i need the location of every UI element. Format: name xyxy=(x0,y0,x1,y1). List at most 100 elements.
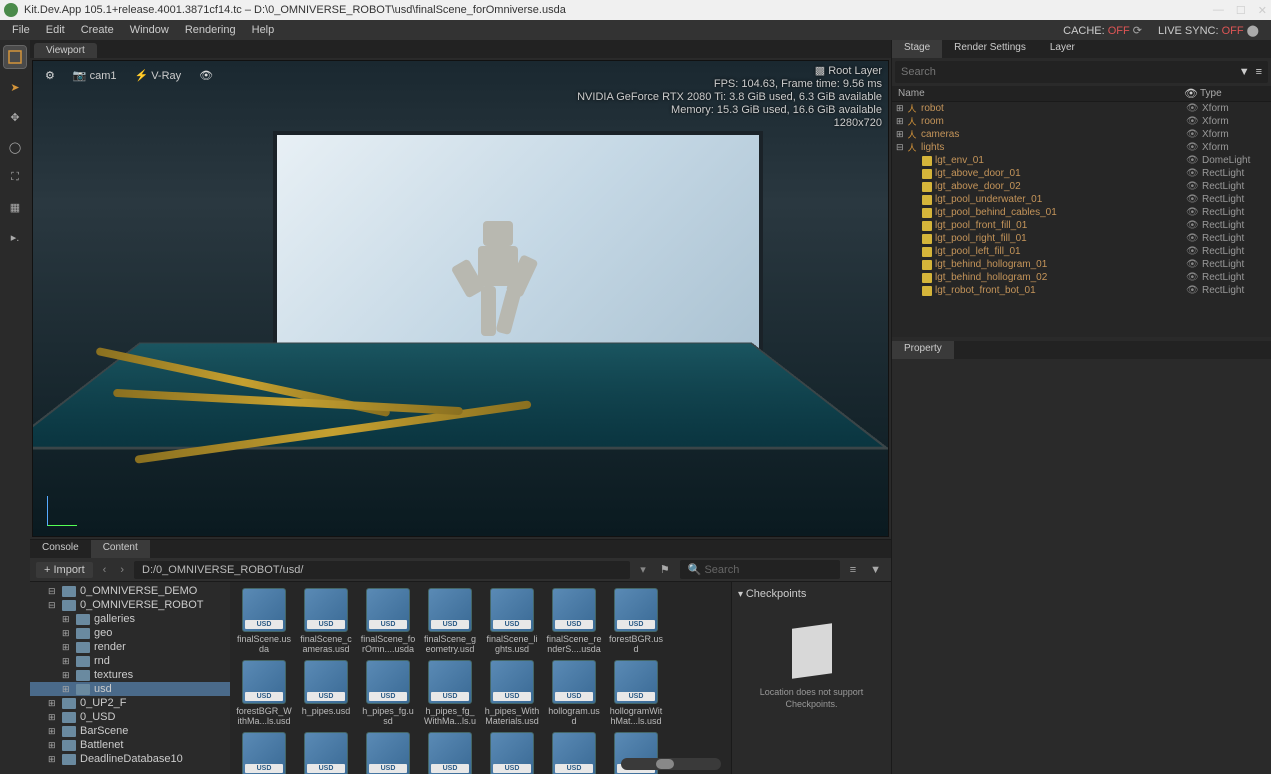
stage-row[interactable]: lgt_robot_front_bot_01👁RectLight xyxy=(892,284,1271,297)
content-tree[interactable]: ⊟0_OMNIVERSE_DEMO⊟0_OMNIVERSE_ROBOT⊞gall… xyxy=(30,582,230,774)
menu-window[interactable]: Window xyxy=(122,22,177,38)
stage-row[interactable]: ⊞人robot👁Xform xyxy=(892,102,1271,115)
content-item[interactable]: USDh_pipes.usd xyxy=(298,660,354,726)
stage-row[interactable]: ⊟人lights👁Xform xyxy=(892,141,1271,154)
stage-row[interactable]: lgt_pool_left_fill_01👁RectLight xyxy=(892,245,1271,258)
options-icon[interactable]: ≡ xyxy=(1256,66,1262,78)
tree-node[interactable]: ⊞geo xyxy=(30,626,230,640)
content-item[interactable]: USDfinalScene_forOmn....usda xyxy=(360,588,416,654)
content-grid[interactable]: USDfinalScene.usdaUSDfinalScene_cameras.… xyxy=(230,582,731,774)
stage-row[interactable]: lgt_above_door_02👁RectLight xyxy=(892,180,1271,193)
filter-icon[interactable]: ▼ xyxy=(866,562,885,578)
tree-node[interactable]: ⊞0_USD xyxy=(30,710,230,724)
stage-row[interactable]: lgt_pool_behind_cables_01👁RectLight xyxy=(892,206,1271,219)
stage-search[interactable]: ▼ ≡ xyxy=(895,61,1268,83)
minimize-icon[interactable]: — xyxy=(1213,4,1224,17)
tab-viewport[interactable]: Viewport xyxy=(34,43,97,58)
stage-row[interactable]: ⊞人cameras👁Xform xyxy=(892,128,1271,141)
content-item[interactable]: USDinstallation.usd xyxy=(236,732,292,774)
view-options-icon[interactable]: ≡ xyxy=(846,562,860,578)
nav-fwd-icon[interactable]: › xyxy=(116,562,128,578)
tree-node[interactable]: ⊞Battlenet xyxy=(30,738,230,752)
viewport-settings-icon[interactable]: ⚙ xyxy=(39,67,61,84)
thumbnail-size-slider[interactable] xyxy=(621,758,721,770)
content-item[interactable]: USDh_pipes_fg.usd xyxy=(360,660,416,726)
tree-node[interactable]: ⊞BarScene xyxy=(30,724,230,738)
tree-node[interactable]: ⊞DeadlineDatabase10 xyxy=(30,752,230,766)
tree-node[interactable]: ⊟0_OMNIVERSE_ROBOT xyxy=(30,598,230,612)
livesync-status[interactable]: LIVE SYNC: OFF ⬤ xyxy=(1150,22,1267,39)
root-layer-button[interactable]: ▩ Root Layer xyxy=(577,65,882,78)
content-item[interactable]: USD xyxy=(422,732,478,774)
viewport[interactable]: ⚙ 📷 cam1 ⚡ V-Ray 👁 ▩ Root Layer FPS: 104… xyxy=(32,60,889,537)
tab-render-settings[interactable]: Render Settings xyxy=(942,40,1038,58)
col-name[interactable]: Name xyxy=(898,88,1184,99)
tab-console[interactable]: Console xyxy=(30,540,91,558)
tab-stage[interactable]: Stage xyxy=(892,40,942,58)
tool-select[interactable] xyxy=(4,46,26,68)
tab-property[interactable]: Property xyxy=(892,341,954,359)
content-item[interactable]: USD xyxy=(484,732,540,774)
tool-rotate[interactable]: ◯ xyxy=(4,136,26,158)
col-type[interactable]: Type xyxy=(1200,88,1265,99)
import-button[interactable]: + Import xyxy=(36,562,93,578)
tool-move[interactable]: ✥ xyxy=(4,106,26,128)
menu-rendering[interactable]: Rendering xyxy=(177,22,244,38)
stage-row[interactable]: lgt_above_door_01👁RectLight xyxy=(892,167,1271,180)
content-item[interactable]: USDhollogramWithMat...ls.usd xyxy=(608,660,664,726)
nav-back-icon[interactable]: ‹ xyxy=(99,562,111,578)
tool-play[interactable]: ▸. xyxy=(4,226,26,248)
path-field[interactable]: D:/0_OMNIVERSE_ROBOT/usd/ xyxy=(134,561,630,579)
tree-node[interactable]: ⊞rnd xyxy=(30,654,230,668)
stage-row[interactable]: lgt_pool_front_fill_01👁RectLight xyxy=(892,219,1271,232)
tab-layer[interactable]: Layer xyxy=(1038,40,1087,58)
content-item[interactable]: USDforestBGR_WithMa...ls.usd xyxy=(236,660,292,726)
content-item[interactable]: USDfinalScene_geometry.usd xyxy=(422,588,478,654)
content-item[interactable]: USDhollogram.usd xyxy=(546,660,602,726)
tree-node[interactable]: ⊞textures xyxy=(30,668,230,682)
menu-help[interactable]: Help xyxy=(244,22,283,38)
menu-edit[interactable]: Edit xyxy=(38,22,73,38)
content-item[interactable]: USDh_pipes_fg_WithMa...ls.usd xyxy=(422,660,478,726)
tree-node[interactable]: ⊟0_OMNIVERSE_DEMO xyxy=(30,584,230,598)
col-visibility-icon[interactable]: 👁 xyxy=(1184,87,1200,100)
stage-row[interactable]: ⊞人room👁Xform xyxy=(892,115,1271,128)
bookmark-icon[interactable]: ⚑ xyxy=(656,561,674,578)
stage-row[interactable]: lgt_pool_underwater_01👁RectLight xyxy=(892,193,1271,206)
stage-row[interactable]: lgt_env_01👁DomeLight xyxy=(892,154,1271,167)
content-search[interactable]: 🔍 Search xyxy=(680,560,840,579)
content-item[interactable]: USDfinalScene_lights.usd xyxy=(484,588,540,654)
cache-status[interactable]: CACHE: OFF ⟳ xyxy=(1055,22,1150,39)
content-item[interactable]: USDfinalScene.usda xyxy=(236,588,292,654)
tree-node[interactable]: ⊞usd xyxy=(30,682,230,696)
visibility-icon[interactable]: 👁 xyxy=(193,67,219,84)
tree-node[interactable]: ⊞galleries xyxy=(30,612,230,626)
renderer-selector[interactable]: ⚡ V-Ray xyxy=(128,67,187,84)
stage-row[interactable]: lgt_behind_hollogram_02👁RectLight xyxy=(892,271,1271,284)
path-dropdown-icon[interactable]: ▾ xyxy=(636,561,650,578)
stage-tree[interactable]: ⊞人robot👁Xform⊞人room👁Xform⊞人cameras👁Xform… xyxy=(892,102,1271,337)
content-item[interactable]: USD xyxy=(360,732,416,774)
content-item[interactable]: USDinstallationWithM...s.usd xyxy=(298,732,354,774)
camera-selector[interactable]: 📷 cam1 xyxy=(67,67,123,84)
content-item[interactable]: USDfinalScene_renderS....usda xyxy=(546,588,602,654)
stage-row[interactable]: lgt_behind_hollogram_01👁RectLight xyxy=(892,258,1271,271)
tree-node[interactable]: ⊞0_UP2_F xyxy=(30,696,230,710)
tool-scale[interactable]: ⛶ xyxy=(4,166,26,188)
tab-content[interactable]: Content xyxy=(91,540,150,558)
tool-snap[interactable]: ▦ xyxy=(4,196,26,218)
content-item[interactable]: USD xyxy=(546,732,602,774)
close-icon[interactable]: ✕ xyxy=(1258,4,1267,17)
maximize-icon[interactable]: ☐ xyxy=(1236,4,1246,17)
content-item[interactable]: USDh_pipes_WithMaterials.usd xyxy=(484,660,540,726)
stage-row[interactable]: lgt_pool_right_fill_01👁RectLight xyxy=(892,232,1271,245)
stage-search-input[interactable] xyxy=(901,66,1235,78)
checkpoints-header[interactable]: ▾ Checkpoints xyxy=(738,588,885,606)
content-item[interactable]: USDforestBGR.usd xyxy=(608,588,664,654)
menu-file[interactable]: File xyxy=(4,22,38,38)
filter-icon[interactable]: ▼ xyxy=(1239,66,1250,78)
content-item[interactable]: USDfinalScene_cameras.usd xyxy=(298,588,354,654)
tool-cursor[interactable]: ➤ xyxy=(4,76,26,98)
menu-create[interactable]: Create xyxy=(73,22,122,38)
tree-node[interactable]: ⊞render xyxy=(30,640,230,654)
